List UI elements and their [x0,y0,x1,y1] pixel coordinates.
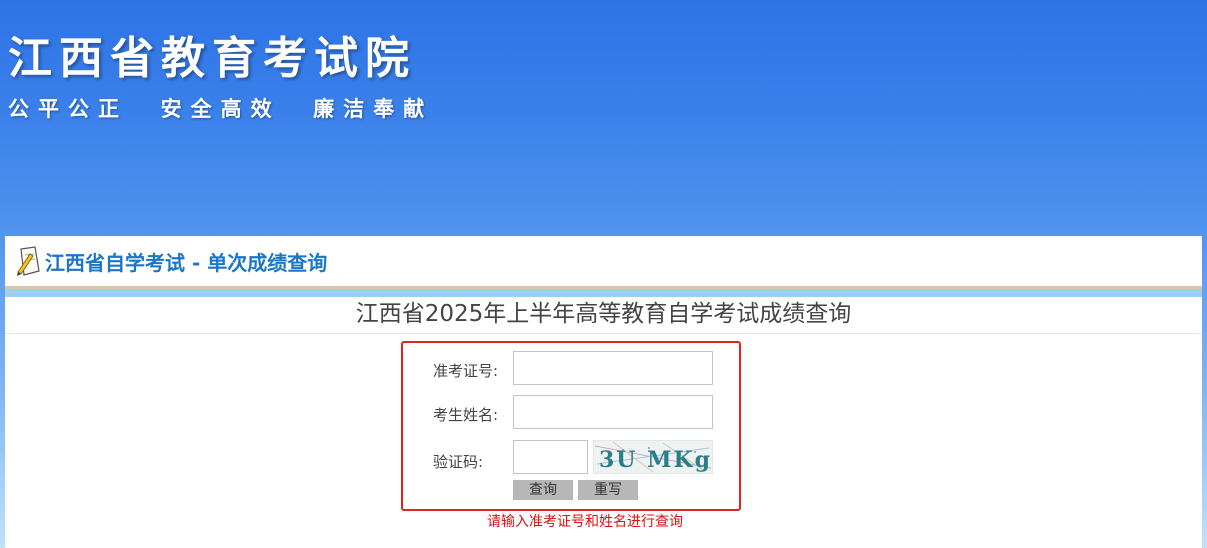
ticket-number-label: 准考证号: [433,362,499,380]
query-panel: 江西省自学考试 - 单次成绩查询 江西省2025年上半年高等教育自学考试成绩查询… [5,236,1202,548]
student-name-label: 考生姓名: [433,406,499,424]
captcha-label: 验证码: [433,453,484,471]
captcha-text: 3U MKg [599,447,712,473]
captcha-input[interactable] [513,440,588,474]
panel-header: 江西省自学考试 - 单次成绩查询 [5,236,1202,289]
ticket-number-input[interactable] [513,351,713,385]
query-button[interactable]: 查询 [513,480,573,500]
org-slogan: 公平公正 安全高效 廉洁奉献 [8,97,434,121]
captcha-image[interactable]: 3U MKg [593,440,713,474]
query-form: 准考证号: 考生姓名: 验证码: 3U MKg 查询 重写 [401,341,741,511]
divider-band [5,289,1202,297]
panel-title: 江西省自学考试 - 单次成绩查询 [45,251,328,275]
student-name-input[interactable] [513,395,713,429]
hint-message: 请输入准考证号和姓名进行查询 [487,514,683,530]
pencil-paper-icon [17,246,40,276]
exam-title: 江西省2025年上半年高等教育自学考试成绩查询 [5,297,1202,334]
org-name: 江西省教育考试院 [8,33,416,84]
header-banner: 江西省教育考试院 公平公正 安全高效 廉洁奉献 [0,0,1207,236]
reset-button[interactable]: 重写 [578,480,638,500]
